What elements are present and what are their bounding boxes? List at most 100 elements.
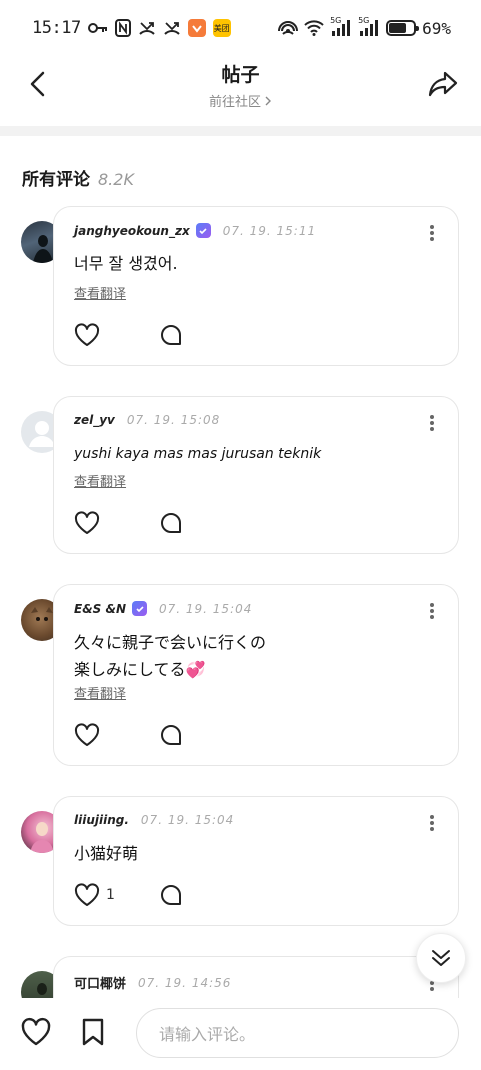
comment-card: 可口椰饼 07. 19. 14:56: [53, 956, 459, 998]
comments-section-header: 所有评论 8.2K: [22, 165, 134, 190]
comments-title: 所有评论: [22, 170, 90, 190]
username[interactable]: zel_yv: [74, 413, 115, 427]
timestamp: 07. 19. 15:08: [126, 413, 221, 427]
comment-item: liiujiing. 07. 19. 15:04 小猫好萌 1: [0, 796, 481, 926]
shield-app-icon: [187, 19, 206, 37]
comment-text: 小猫好萌: [74, 844, 139, 863]
like-button[interactable]: 1: [74, 883, 160, 907]
translate-link[interactable]: 查看翻译: [74, 283, 126, 302]
translate-link[interactable]: 查看翻译: [74, 683, 126, 702]
meituan-app-icon: 美团: [212, 19, 231, 37]
comment-bubble-icon: [161, 885, 181, 905]
timestamp: 07. 19. 15:04: [140, 813, 235, 827]
comment-text: yushi kaya mas mas jurusan teknik: [74, 446, 322, 462]
username[interactable]: 可口椰饼: [74, 973, 126, 992]
comment-meta: zel_yv 07. 19. 15:08: [74, 413, 220, 427]
more-options-button[interactable]: [424, 413, 440, 433]
go-to-community-link[interactable]: 前往社区: [209, 91, 272, 110]
comment-actions: [74, 723, 182, 747]
bookmark-button[interactable]: [80, 1017, 106, 1051]
like-button[interactable]: [74, 323, 160, 347]
status-time: 15:17: [32, 18, 81, 38]
username[interactable]: liiujiing.: [74, 813, 129, 827]
comment-item: E&S &N 07. 19. 15:04 久々に親子で会いに行くの 楽しみにして…: [0, 584, 481, 766]
post-header: 帖子 前往社区: [0, 56, 481, 116]
timestamp: 07. 19. 15:04: [159, 601, 253, 616]
comment-meta: janghyeokoun_zx 07. 19. 15:11: [74, 223, 316, 238]
username[interactable]: janghyeokoun_zx: [74, 224, 190, 238]
comment-actions: [74, 511, 182, 535]
wifi-icon: [304, 20, 324, 36]
page-title: 帖子: [221, 64, 260, 86]
comment-meta: E&S &N 07. 19. 15:04: [74, 601, 252, 616]
status-bar: 15:17 美团 5G 5G 69%: [0, 0, 481, 56]
chevron-right-icon: [265, 96, 271, 105]
battery-percent: 69%: [422, 18, 451, 38]
heart-icon: [74, 511, 100, 534]
comment-text-line-2: 楽しみにしてる💞: [74, 660, 206, 679]
translate-link[interactable]: 查看翻译: [74, 471, 126, 490]
signal-icon-2: 5G: [358, 16, 380, 36]
more-options-button[interactable]: [424, 601, 440, 621]
comment-item: janghyeokoun_zx 07. 19. 15:11 너무 잘 생겼어. …: [0, 206, 481, 366]
post-like-button[interactable]: [20, 1017, 52, 1051]
nfc-icon: [114, 19, 131, 37]
comment-meta: 可口椰饼 07. 19. 14:56: [74, 973, 232, 993]
bottom-bar: 请输入评论。: [0, 998, 481, 1070]
comment-actions: [74, 323, 182, 347]
comment-meta: liiujiing. 07. 19. 15:04: [74, 813, 234, 827]
comment-text-line-1: 久々に親子で会いに行くの: [74, 633, 267, 652]
verified-badge-icon: [195, 223, 211, 238]
timestamp: 07. 19. 14:56: [138, 975, 232, 990]
timestamp: 07. 19. 15:11: [222, 223, 317, 238]
share-icon: [428, 71, 458, 97]
more-options-button[interactable]: [424, 223, 440, 243]
comment-actions: 1: [74, 883, 182, 907]
double-chevron-down-icon: [432, 950, 450, 966]
scroll-down-button[interactable]: [416, 933, 466, 983]
hotspot-icon: [278, 19, 299, 37]
network-label-2: 5G: [358, 16, 370, 25]
verified-badge-icon: [132, 601, 147, 616]
heart-icon: [74, 323, 100, 346]
heart-icon: [21, 1017, 51, 1046]
comment-input[interactable]: 请输入评论。: [136, 1008, 459, 1058]
comment-card: janghyeokoun_zx 07. 19. 15:11 너무 잘 생겼어. …: [53, 206, 459, 366]
header-center: 帖子 前往社区: [0, 60, 481, 110]
network-label-1: 5G: [330, 16, 342, 25]
like-count: 1: [106, 887, 115, 903]
more-options-button[interactable]: [424, 813, 440, 833]
comment-list[interactable]: janghyeokoun_zx 07. 19. 15:11 너무 잘 생겼어. …: [0, 206, 481, 998]
signal-icon-1: 5G: [330, 16, 352, 36]
comment-text: 너무 잘 생겼어.: [74, 254, 178, 273]
comment-bubble-icon: [161, 513, 181, 533]
comments-count: 8.2K: [98, 170, 134, 189]
reply-button[interactable]: [160, 324, 182, 346]
comment-item: zel_yv 07. 19. 15:08 yushi kaya mas mas …: [0, 396, 481, 554]
like-button[interactable]: [74, 511, 160, 535]
status-right: 5G 5G 69%: [278, 16, 451, 38]
comment-card: liiujiing. 07. 19. 15:04 小猫好萌 1: [53, 796, 459, 926]
missed-call-icon-2: [163, 19, 181, 37]
comment-card: zel_yv 07. 19. 15:08 yushi kaya mas mas …: [53, 396, 459, 554]
missed-call-icon: [138, 19, 156, 37]
reply-button[interactable]: [160, 884, 182, 906]
reply-button[interactable]: [160, 512, 182, 534]
comment-card: E&S &N 07. 19. 15:04 久々に親子で会いに行くの 楽しみにして…: [53, 584, 459, 766]
share-button[interactable]: [425, 66, 461, 102]
comment-bubble-icon: [161, 725, 181, 745]
heart-icon: [74, 883, 100, 906]
reply-button[interactable]: [160, 724, 182, 746]
comment-text: 久々に親子で会いに行くの 楽しみにしてる💞: [74, 629, 418, 683]
comment-item: 可口椰饼 07. 19. 14:56: [0, 956, 481, 998]
status-left: 15:17 美团: [32, 18, 231, 38]
key-icon: [87, 22, 108, 34]
heart-icon: [74, 723, 100, 746]
battery-icon: [386, 20, 420, 36]
bookmark-icon: [82, 1018, 104, 1046]
go-to-community-label: 前往社区: [208, 95, 261, 110]
section-divider: [0, 126, 481, 136]
username[interactable]: E&S &N: [74, 602, 126, 616]
like-button[interactable]: [74, 723, 160, 747]
comment-bubble-icon: [161, 325, 181, 345]
